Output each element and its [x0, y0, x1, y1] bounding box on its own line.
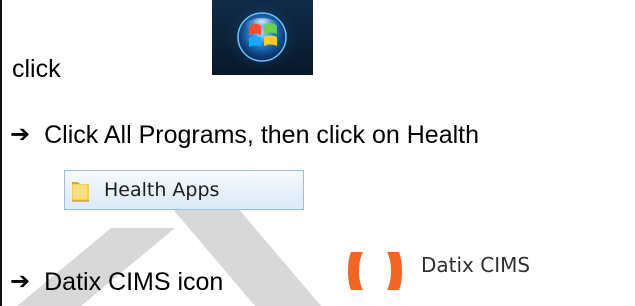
- datix-cims-label: Datix CIMS: [421, 253, 531, 277]
- instruction-step-all-programs: ➔ Click All Programs, then click on Heal…: [10, 120, 479, 149]
- instruction-step-datix: ➔ Datix CIMS icon: [10, 267, 224, 296]
- arrow-icon: ➔: [10, 120, 31, 148]
- windows-start-orb-icon: [227, 2, 297, 72]
- watermark: [17, 180, 321, 306]
- health-apps-label: Health Apps: [104, 179, 220, 201]
- start-button[interactable]: [212, 0, 313, 75]
- arrow-icon: ➔: [10, 267, 31, 295]
- datix-instruction-text: Datix CIMS icon: [44, 268, 224, 296]
- left-page-border: [0, 0, 2, 306]
- health-apps-item[interactable]: Health Apps: [64, 170, 304, 210]
- datix-cims-icon[interactable]: [347, 250, 403, 292]
- click-instruction-text: click: [12, 55, 61, 83]
- all-programs-instruction-text: Click All Programs, then click on Health: [44, 121, 479, 149]
- folder-icon: [70, 177, 91, 203]
